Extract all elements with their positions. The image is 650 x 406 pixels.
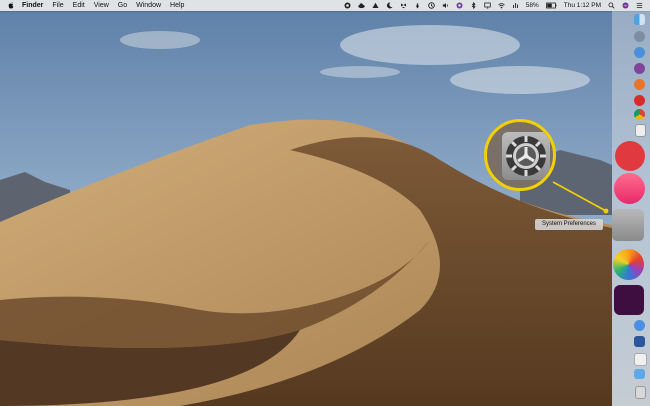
dropbox-icon[interactable]: [400, 2, 407, 9]
tooltip: System Preferences: [535, 219, 603, 230]
desktop-wallpaper: [0, 0, 650, 406]
cloud-icon[interactable]: [358, 2, 365, 9]
chrome-icon[interactable]: [634, 109, 645, 120]
preview-icon[interactable]: [634, 353, 647, 366]
word-icon[interactable]: [634, 336, 645, 347]
menu-list-icon[interactable]: [636, 2, 643, 9]
menu-bar: Finder File Edit View Go Window Help 58%…: [0, 0, 650, 11]
cast-icon[interactable]: [484, 2, 491, 9]
go-menu[interactable]: Go: [118, 2, 127, 9]
finder-icon[interactable]: [634, 14, 645, 25]
music-icon[interactable]: [614, 173, 645, 204]
finder-menu[interactable]: Finder: [22, 2, 43, 9]
opera-icon[interactable]: [634, 95, 645, 106]
wifi-icon[interactable]: [497, 2, 505, 9]
pen-icon[interactable]: [414, 2, 421, 9]
trash-icon[interactable]: [635, 386, 646, 399]
battery-percent: 58%: [525, 2, 539, 9]
window-menu[interactable]: Window: [136, 2, 161, 9]
folder-icon[interactable]: [634, 369, 645, 379]
apple-menu-icon[interactable]: [8, 2, 14, 9]
messages-icon[interactable]: [634, 320, 645, 331]
system-preferences-zoomed: [502, 132, 550, 180]
clock[interactable]: Thu 1:12 PM: [564, 2, 601, 9]
zoom-callout: [484, 119, 556, 191]
battery-icon[interactable]: [545, 2, 557, 9]
tor-browser-icon[interactable]: [634, 63, 645, 74]
gear-icon: [506, 136, 546, 176]
help-menu[interactable]: Help: [170, 2, 184, 9]
notes-icon[interactable]: [635, 124, 646, 137]
search-icon[interactable]: [608, 2, 615, 9]
news-icon[interactable]: [615, 141, 645, 171]
time-machine-icon[interactable]: [428, 2, 435, 9]
safari-icon[interactable]: [634, 47, 645, 58]
dock: [612, 11, 650, 406]
view-menu[interactable]: View: [94, 2, 109, 9]
bluetooth-icon[interactable]: [470, 1, 477, 10]
slack-icon[interactable]: [614, 285, 644, 315]
photos-icon[interactable]: [613, 249, 644, 280]
edit-menu[interactable]: Edit: [73, 2, 85, 9]
creative-cloud-icon[interactable]: [344, 2, 351, 9]
launchpad-icon[interactable]: [634, 31, 645, 42]
status-area: 58% Thu 1:12 PM: [344, 0, 650, 11]
drive-icon[interactable]: [372, 2, 379, 9]
siri-icon[interactable]: [622, 2, 629, 9]
system-preferences-icon[interactable]: [612, 209, 644, 241]
moon-icon[interactable]: [386, 2, 393, 9]
tor-icon[interactable]: [456, 2, 463, 9]
file-menu[interactable]: File: [52, 2, 63, 9]
firefox-icon[interactable]: [634, 79, 645, 90]
volume-icon[interactable]: [442, 2, 449, 9]
audio-icon[interactable]: [512, 2, 519, 9]
